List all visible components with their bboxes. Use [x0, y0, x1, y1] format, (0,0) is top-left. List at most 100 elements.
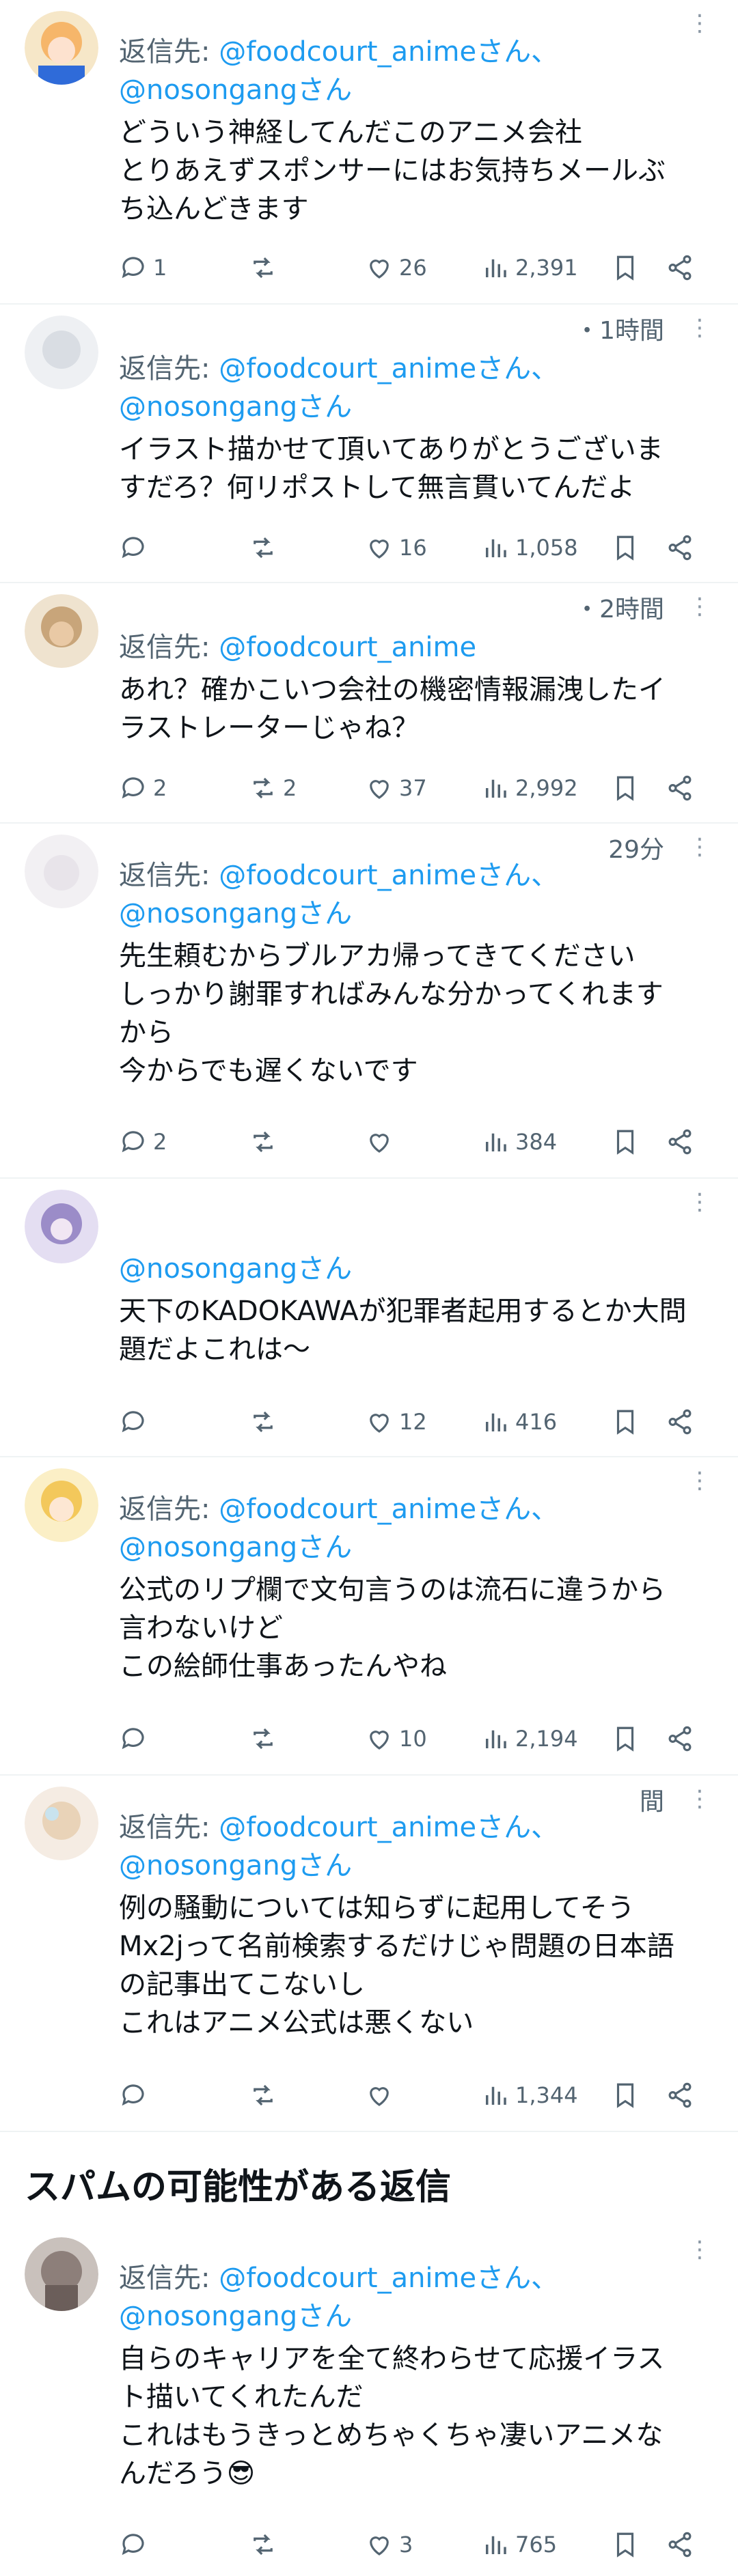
avatar[interactable] [25, 1468, 98, 1542]
reply-button[interactable] [119, 533, 249, 562]
retweet-button[interactable] [249, 1408, 365, 1436]
reply-to-handle-2[interactable]: @nosongangさん [119, 1528, 713, 1567]
bookmark-button[interactable] [611, 2530, 666, 2559]
share-button[interactable] [666, 2530, 707, 2559]
views-button[interactable]: 2,992 [481, 774, 611, 802]
avatar[interactable] [25, 594, 98, 668]
reply-button[interactable] [119, 1724, 249, 1753]
reply-to-line: 返信先: @foodcourt_animeさん、 [119, 2263, 559, 2294]
reply-to-handle-2[interactable]: @nosongangさん [119, 71, 713, 109]
reply-tweet[interactable]: ⋮ 返信先: @foodcourt_animeさん、 @nosongangさん … [0, 2226, 738, 2576]
bookmark-button[interactable] [611, 1128, 666, 1156]
reply-tweet[interactable]: ⋮ @nosongangさん 天下のKADOKAWAが犯罪者起用するとか大問 題… [0, 1179, 738, 1457]
avatar[interactable] [25, 316, 98, 389]
retweet-button[interactable] [249, 1128, 365, 1156]
reply-to-line: 返信先: @foodcourt_animeさん、 [119, 36, 559, 68]
like-button[interactable]: 26 [365, 253, 481, 282]
views-button[interactable]: 2,391 [481, 253, 611, 282]
retweet-button[interactable]: 2 [249, 774, 365, 802]
reply-to-line: 返信先: @foodcourt_animeさん、 [119, 1494, 559, 1525]
reply-to-handle[interactable]: @foodcourt_anime [219, 2263, 476, 2294]
like-button[interactable]: 3 [365, 2530, 481, 2559]
avatar[interactable] [25, 1787, 98, 1860]
bookmark-icon [616, 1130, 634, 1155]
retweet-icon [254, 2084, 273, 2106]
bar-chart-icon [486, 259, 506, 277]
reply-tweet[interactable]: ⋮ 返信先: @foodcourt_animeさん、 @nosongangさん … [0, 1457, 738, 1776]
share-button[interactable] [666, 1724, 707, 1753]
share-icon [668, 1129, 692, 1155]
views-button[interactable]: 416 [481, 1408, 611, 1436]
views-button[interactable]: 2,194 [481, 1724, 611, 1753]
bar-chart-icon [486, 2086, 506, 2105]
bookmark-button[interactable] [611, 533, 666, 562]
reply-button[interactable]: 2 [119, 774, 249, 802]
avatar[interactable] [25, 11, 98, 85]
bookmark-button[interactable] [611, 253, 666, 282]
like-button[interactable] [365, 2081, 481, 2110]
reply-button[interactable]: 2 [119, 1128, 249, 1156]
section-title: スパムの可能性がある返信 [25, 2167, 452, 2208]
tweet-meta: ・2時間 [575, 596, 664, 624]
heart-icon [370, 260, 389, 279]
reply-tweet[interactable]: ⋮ 間 返信先: @foodcourt_animeさん、 @nosongangさ… [0, 1776, 738, 2132]
more-options-icon[interactable]: ⋮ [686, 1188, 713, 1216]
reply-button[interactable] [119, 1408, 249, 1436]
like-button[interactable]: 12 [365, 1408, 481, 1436]
retweet-button[interactable] [249, 2081, 365, 2110]
reply-to-handle-2[interactable]: @nosongangさん [119, 1250, 713, 1288]
views-button[interactable]: 765 [481, 2530, 611, 2559]
share-button[interactable] [666, 253, 707, 282]
avatar[interactable] [25, 2237, 98, 2311]
tweet-text: 天下のKADOKAWAが犯罪者起用するとか大問 題だよこれは〜 [119, 1296, 687, 1365]
share-icon [668, 775, 692, 801]
reply-button[interactable]: 1 [119, 253, 249, 282]
tweet-text: 自らのキャリアを全て終わらせて応援イラス ト描いてくれたんだ これはもうきっとめ… [119, 2343, 665, 2489]
reply-tweet[interactable]: ⋮ 29分 返信先: @foodcourt_animeさん、 @nosongan… [0, 824, 738, 1179]
share-button[interactable] [666, 1128, 707, 1156]
reply-to-handle[interactable]: @foodcourt_anime [219, 36, 476, 68]
reply-to-handle[interactable]: @foodcourt_anime [219, 1494, 476, 1525]
reply-to-handle[interactable]: @foodcourt_anime [219, 353, 476, 384]
share-button[interactable] [666, 2081, 707, 2110]
like-button[interactable] [365, 1128, 481, 1156]
more-options-icon[interactable]: ⋮ [686, 314, 713, 341]
retweet-button[interactable] [249, 253, 365, 282]
reply-to-handle[interactable]: @foodcourt_anime [219, 632, 476, 663]
reply-button[interactable] [119, 2081, 249, 2110]
reply-to-handle-2[interactable]: @nosongangさん [119, 1847, 713, 1885]
reply-icon [122, 2534, 144, 2556]
tweet-text: 先生頼むからブルアカ帰ってきてください しっかり謝罪すればみんな分かってくれます… [119, 940, 664, 1087]
reply-to-handle[interactable]: @foodcourt_anime [219, 1812, 476, 1843]
avatar[interactable] [25, 1190, 98, 1263]
views-button[interactable]: 1,058 [481, 533, 611, 562]
reply-to-handle-2[interactable]: @nosongangさん [119, 895, 713, 933]
bookmark-button[interactable] [611, 774, 666, 802]
reply-tweet[interactable]: ⋮ 返信先: @foodcourt_animeさん、 @nosongangさん … [0, 0, 738, 305]
reply-to-handle[interactable]: @foodcourt_anime [219, 860, 476, 891]
like-button[interactable]: 10 [365, 1724, 481, 1753]
retweet-icon [254, 2534, 273, 2556]
like-button[interactable]: 16 [365, 533, 481, 562]
bookmark-icon [616, 2083, 634, 2108]
views-button[interactable]: 1,344 [481, 2081, 611, 2110]
avatar[interactable] [25, 835, 98, 908]
bookmark-button[interactable] [611, 1724, 666, 1753]
reply-icon [122, 1728, 144, 1750]
share-button[interactable] [666, 533, 707, 562]
retweet-button[interactable] [249, 533, 365, 562]
reply-tweet[interactable]: ⋮ ・1時間 返信先: @foodcourt_animeさん、 @nosonga… [0, 305, 738, 583]
retweet-button[interactable] [249, 2530, 365, 2559]
reply-to-handle-2[interactable]: @nosongangさん [119, 388, 713, 426]
like-button[interactable]: 37 [365, 774, 481, 802]
reply-button[interactable] [119, 2530, 249, 2559]
share-button[interactable] [666, 1408, 707, 1436]
share-button[interactable] [666, 774, 707, 802]
reply-to-handle-2[interactable]: @nosongangさん [119, 2297, 713, 2336]
bookmark-button[interactable] [611, 1408, 666, 1436]
retweet-button[interactable] [249, 1724, 365, 1753]
reply-tweet[interactable]: ⋮ ・2時間 返信先: @foodcourt_anime あれ？確かこいつ会社の… [0, 583, 738, 824]
views-button[interactable]: 384 [481, 1128, 611, 1156]
more-options-icon[interactable]: ⋮ [686, 593, 713, 620]
bookmark-button[interactable] [611, 2081, 666, 2110]
